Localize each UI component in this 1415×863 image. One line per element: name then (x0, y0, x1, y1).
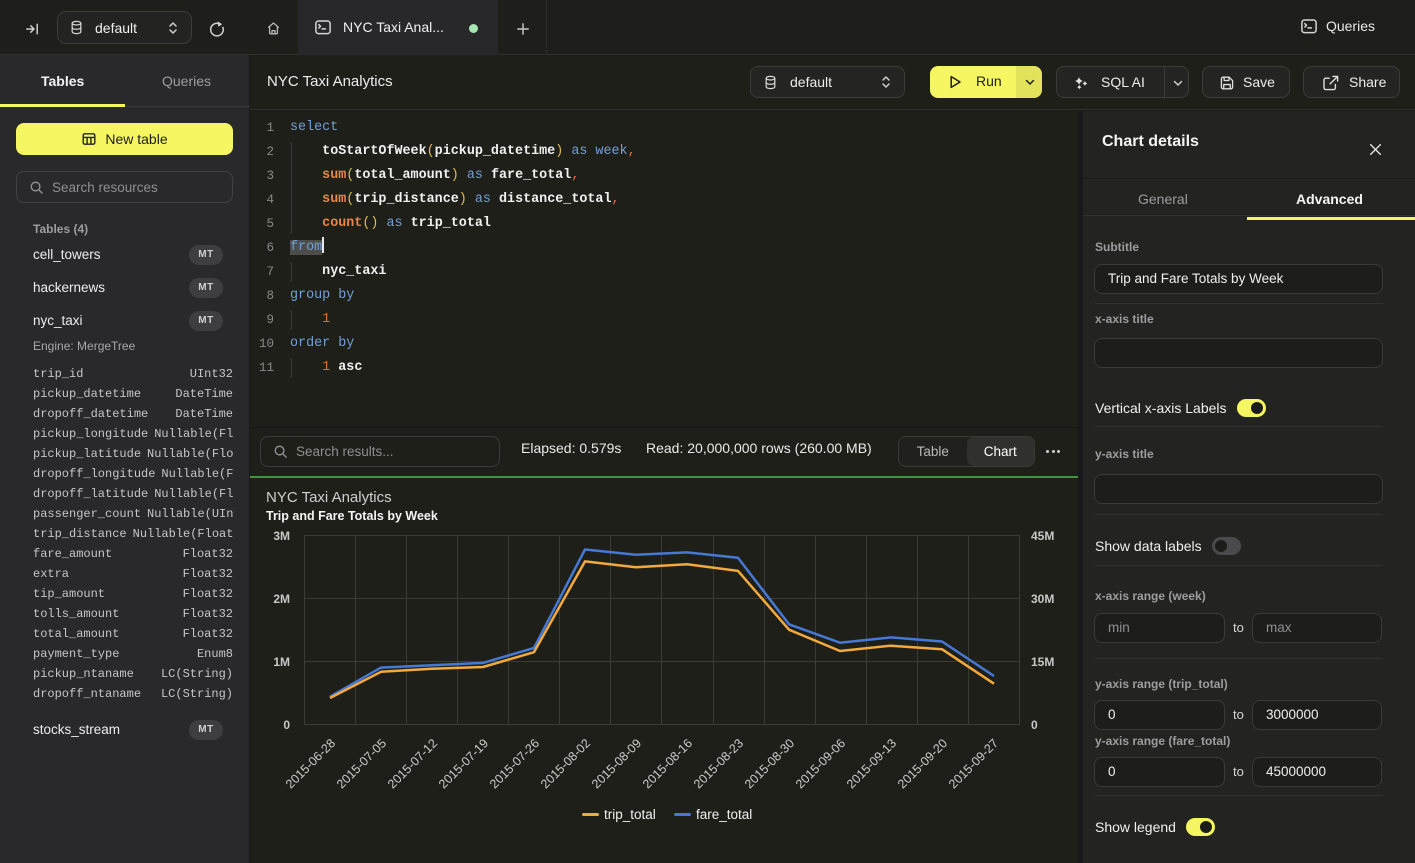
svg-text:2015-07-19: 2015-07-19 (436, 736, 491, 791)
svg-text:2015-08-16: 2015-08-16 (640, 736, 695, 791)
svg-text:2015-08-09: 2015-08-09 (589, 736, 644, 791)
svg-text:1M: 1M (273, 655, 290, 669)
svg-text:2015-08-02: 2015-08-02 (538, 736, 593, 791)
svg-text:2015-07-26: 2015-07-26 (487, 736, 542, 791)
svg-text:45M: 45M (1031, 529, 1054, 543)
svg-text:2015-09-20: 2015-09-20 (895, 736, 950, 791)
svg-text:2015-07-12: 2015-07-12 (385, 736, 440, 791)
svg-text:2015-09-13: 2015-09-13 (844, 736, 899, 791)
svg-text:2015-07-05: 2015-07-05 (334, 736, 389, 791)
svg-text:trip_total: trip_total (604, 807, 656, 822)
svg-text:15M: 15M (1031, 655, 1054, 669)
svg-text:2015-09-27: 2015-09-27 (946, 736, 1001, 791)
svg-text:30M: 30M (1031, 592, 1054, 606)
svg-text:3M: 3M (273, 529, 290, 543)
svg-text:fare_total: fare_total (696, 807, 752, 822)
svg-text:2015-08-30: 2015-08-30 (742, 736, 797, 791)
svg-text:0: 0 (283, 718, 290, 732)
svg-text:2015-08-23: 2015-08-23 (691, 736, 746, 791)
svg-text:2M: 2M (273, 592, 290, 606)
svg-text:0: 0 (1031, 718, 1038, 732)
svg-text:2015-09-06: 2015-09-06 (793, 736, 848, 791)
svg-text:2015-06-28: 2015-06-28 (283, 736, 338, 791)
